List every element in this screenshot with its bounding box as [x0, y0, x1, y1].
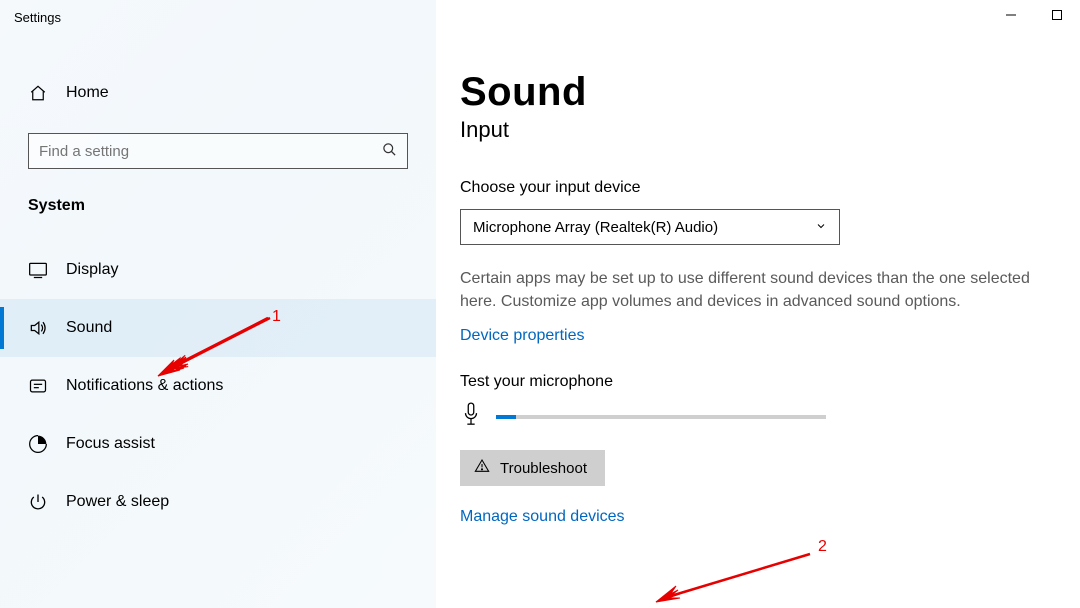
nav-label: Sound [66, 319, 112, 337]
test-mic-label: Test your microphone [460, 373, 1056, 391]
display-icon [28, 260, 48, 280]
minimize-button[interactable] [988, 0, 1034, 30]
power-icon [28, 492, 48, 512]
search-input[interactable] [39, 143, 382, 160]
annotation-number-1: 1 [272, 308, 281, 326]
nav-item-display[interactable]: Display [0, 241, 436, 299]
focus-icon [28, 434, 48, 454]
mic-test-row [460, 401, 1056, 432]
annotation-number-2: 2 [818, 538, 827, 556]
annotation-arrow-2 [650, 550, 820, 608]
sidebar: Settings Home System [0, 0, 436, 608]
page-title: Sound [460, 70, 1056, 115]
main-content: Sound Input Choose your input device Mic… [436, 0, 1080, 608]
nav-home[interactable]: Home [0, 71, 436, 115]
window-controls [988, 0, 1080, 30]
device-properties-link[interactable]: Device properties [460, 327, 585, 345]
input-description: Certain apps may be set up to use differ… [460, 267, 1056, 313]
chevron-down-icon [815, 219, 827, 236]
app-title: Settings [0, 0, 436, 25]
mic-level-fill [496, 415, 516, 419]
nav-label: Display [66, 261, 118, 279]
microphone-icon [460, 401, 482, 432]
search-icon [382, 142, 397, 160]
warning-icon [474, 458, 490, 478]
notifications-icon [28, 376, 48, 396]
annotation-arrow-1 [150, 312, 280, 382]
nav-list: Display Sound Notifications & actions [0, 241, 436, 531]
nav-label: Power & sleep [66, 493, 169, 511]
input-device-selected: Microphone Array (Realtek(R) Audio) [473, 219, 718, 236]
maximize-button[interactable] [1034, 0, 1080, 30]
mic-level-bar [496, 415, 826, 419]
sound-icon [28, 318, 48, 338]
input-device-dropdown[interactable]: Microphone Array (Realtek(R) Audio) [460, 209, 840, 245]
section-header: System [0, 169, 436, 223]
troubleshoot-button[interactable]: Troubleshoot [460, 450, 605, 486]
choose-input-label: Choose your input device [460, 179, 1056, 197]
nav-item-power[interactable]: Power & sleep [0, 473, 436, 531]
nav-item-focus[interactable]: Focus assist [0, 415, 436, 473]
search-box[interactable] [28, 133, 408, 169]
nav-label: Focus assist [66, 435, 155, 453]
manage-sound-devices-link[interactable]: Manage sound devices [460, 508, 625, 526]
page-subtitle: Input [460, 117, 1056, 143]
nav-home-label: Home [66, 84, 109, 102]
home-icon [28, 83, 48, 103]
troubleshoot-label: Troubleshoot [500, 460, 587, 477]
